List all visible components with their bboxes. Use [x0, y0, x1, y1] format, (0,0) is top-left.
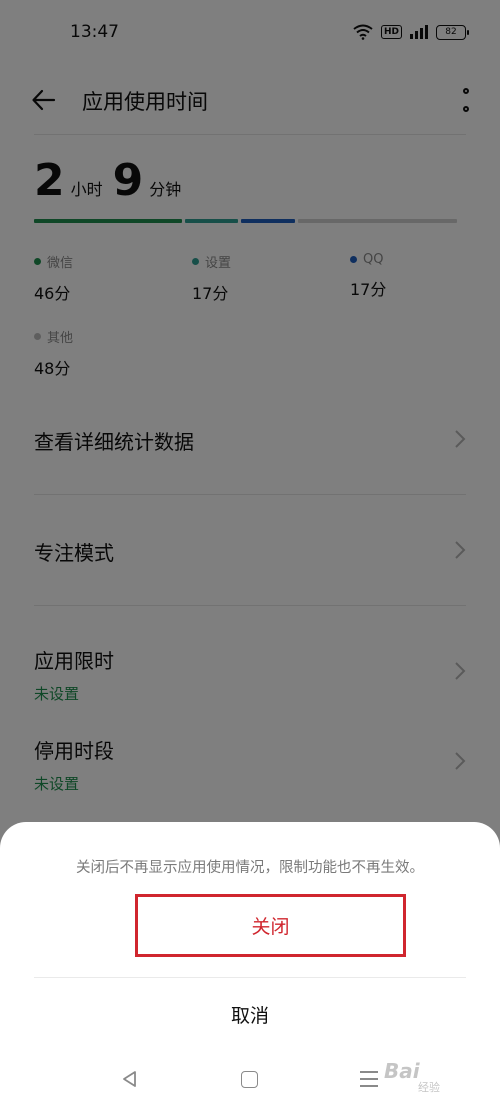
sheet-message: 关闭后不再显示应用使用情况，限制功能也不再生效。	[76, 860, 424, 876]
watermark-logo: Bai 经验	[384, 1059, 440, 1095]
nav-home-icon[interactable]	[241, 1071, 258, 1088]
nav-menu-icon[interactable]	[360, 1071, 378, 1087]
close-button[interactable]: 关闭	[135, 894, 406, 957]
cancel-button[interactable]: 取消	[0, 987, 500, 1041]
watermark-text: Bai	[384, 1059, 420, 1083]
nav-back-icon[interactable]	[120, 1069, 140, 1089]
system-nav-bar: Bai 经验	[0, 1045, 500, 1111]
watermark-sub: 经验	[418, 1081, 440, 1094]
sheet-divider	[34, 977, 466, 978]
